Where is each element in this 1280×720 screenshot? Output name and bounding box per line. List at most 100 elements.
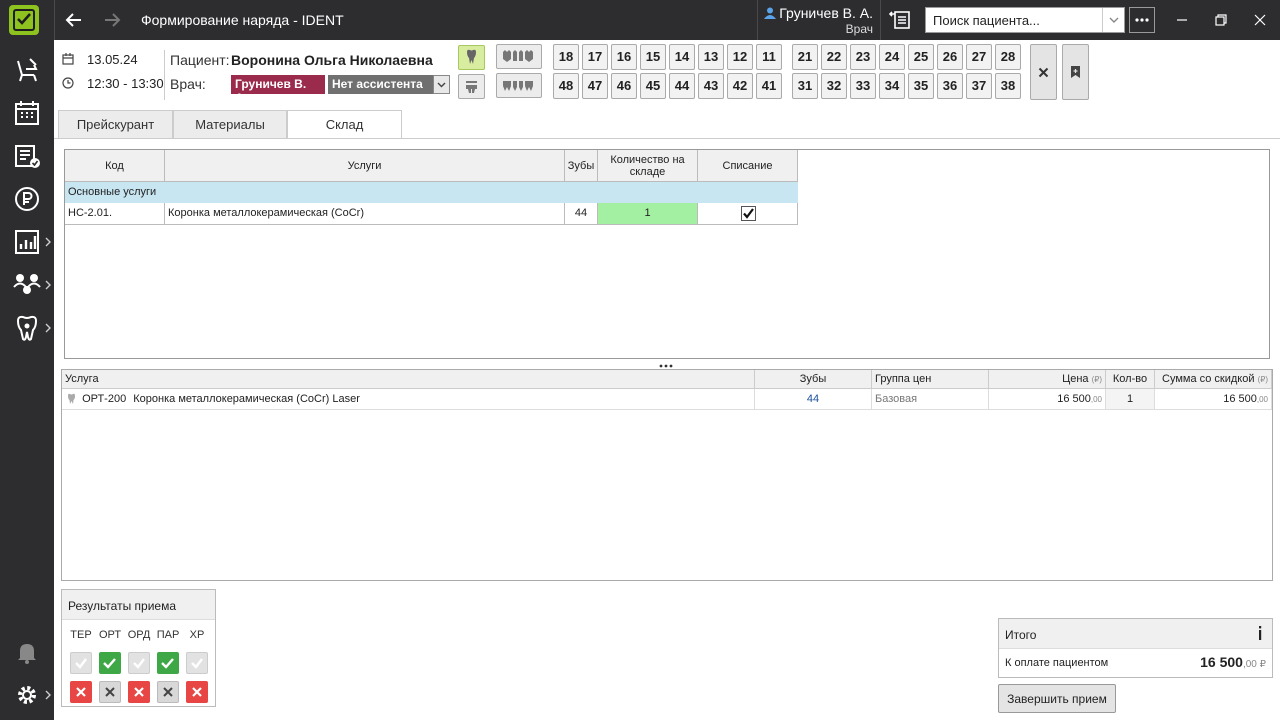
upper-jaw-toggle[interactable] [458,45,485,70]
approve-ter-button[interactable] [70,652,92,674]
column-header[interactable]: Кол-во [1106,370,1155,389]
queue-return-icon[interactable] [888,9,912,31]
tooth-button[interactable]: 28 [995,44,1021,70]
teeth-cell[interactable]: 44 [755,389,872,410]
tab-price-list[interactable]: Прейскурант [58,110,173,139]
tooth-button[interactable]: 35 [908,73,934,99]
chevron-down-icon[interactable] [433,75,450,94]
approve-ort-button[interactable] [99,652,121,674]
writeoff-checkbox[interactable] [741,206,756,221]
result-label: ОРТ [98,629,122,641]
qty-cell[interactable]: 1 [1106,389,1155,410]
approve-ord-button[interactable] [128,652,150,674]
reject-hr-button[interactable] [186,681,208,703]
info-icon[interactable] [1257,626,1263,640]
tooth-button[interactable]: 44 [669,73,695,99]
column-header[interactable]: Услуга [62,370,755,389]
bell-icon[interactable] [12,637,42,667]
chevron-down-icon[interactable] [1102,8,1124,32]
tooth-button[interactable]: 14 [669,44,695,70]
tooth-button[interactable]: 38 [995,73,1021,99]
tooth-button[interactable]: 32 [821,73,847,99]
gear-icon[interactable] [12,680,42,710]
column-header[interactable]: Группа цен [872,370,989,389]
approve-hr-button[interactable] [186,652,208,674]
current-user[interactable]: Груничев В. А. Врач [760,3,875,37]
tooth-button[interactable]: 15 [640,44,666,70]
tooth-button[interactable]: 16 [611,44,637,70]
tooth-button[interactable]: 48 [553,73,579,99]
tab-materials[interactable]: Материалы [173,110,287,139]
service-name: Коронка металлокерамическая (CoCr) Laser [133,393,360,405]
tooth-button[interactable]: 45 [640,73,666,99]
more-menu-button[interactable] [1129,7,1155,33]
patient-search[interactable] [925,7,1125,33]
back-arrow-icon[interactable] [63,9,85,31]
clear-teeth-button[interactable] [1030,44,1057,100]
finish-visit-button[interactable]: Завершить прием [998,684,1116,713]
search-input[interactable] [926,8,1102,32]
tooth-button[interactable]: 33 [850,73,876,99]
tooth-button[interactable]: 23 [850,44,876,70]
tab-warehouse[interactable]: Склад [287,110,402,139]
tooth-button[interactable]: 12 [727,44,753,70]
doctor-chip[interactable]: Груничев В. А. [231,75,325,105]
tooth-button[interactable]: 41 [756,73,782,99]
reject-ort-button[interactable] [99,681,121,703]
lower-arch-button[interactable] [496,73,542,98]
reject-par-button[interactable] [157,681,179,703]
forward-arrow-icon[interactable] [101,9,123,31]
reject-ord-button[interactable] [128,681,150,703]
tooth-settings-icon[interactable] [12,313,42,343]
schedule-icon[interactable] [12,98,42,128]
column-header[interactable]: Списание [698,150,798,182]
reports-icon[interactable] [12,227,42,257]
column-header[interactable]: Количество на складе [598,150,698,182]
tooth-button[interactable]: 22 [821,44,847,70]
tooth-button[interactable]: 24 [879,44,905,70]
app-logo[interactable] [9,5,39,35]
orders-icon[interactable] [12,141,42,171]
total-panel: Итого К оплате пациентом 16 500,00 ₽ [998,618,1273,678]
group-row[interactable]: Основные услуги [65,182,798,203]
total-amount: 16 500,00 ₽ [1200,654,1266,670]
bookmark-icon[interactable] [1062,44,1089,100]
tooth-button[interactable]: 43 [698,73,724,99]
tooth-button[interactable]: 18 [553,44,579,70]
tooth-button[interactable]: 11 [756,44,782,70]
reject-ter-button[interactable] [70,681,92,703]
column-header[interactable]: Зубы [755,370,872,389]
tooth-button[interactable]: 27 [966,44,992,70]
close-window-icon[interactable] [1250,10,1270,30]
staff-icon[interactable] [12,270,42,300]
tooth-button[interactable]: 34 [879,73,905,99]
tooth-button[interactable]: 26 [937,44,963,70]
minimize-icon[interactable] [1172,10,1192,30]
payments-icon[interactable] [12,184,42,214]
column-header[interactable]: Код [65,150,165,182]
tooth-button[interactable]: 13 [698,44,724,70]
splitter-handle[interactable] [658,364,674,368]
column-header[interactable]: Услуги [165,150,565,182]
column-header[interactable]: Сумма со скидкой (₽) [1155,370,1272,389]
tooth-button[interactable]: 37 [966,73,992,99]
column-header[interactable]: Зубы [565,150,598,182]
dental-chair-icon[interactable] [12,55,42,85]
restore-icon[interactable] [1211,10,1231,30]
tooth-button[interactable]: 42 [727,73,753,99]
tooth-button[interactable]: 25 [908,44,934,70]
sum-cell: 16 500,00 [1155,389,1272,410]
tooth-button[interactable]: 21 [792,44,818,70]
column-header[interactable]: Цена (₽) [989,370,1106,389]
price-group-cell[interactable]: Базовая [872,389,989,410]
patient-name[interactable]: Воронина Ольга Николаевна [231,52,433,68]
upper-arch-button[interactable] [496,44,542,69]
approve-par-button[interactable] [157,652,179,674]
tooth-button[interactable]: 36 [937,73,963,99]
tooth-button[interactable]: 17 [582,44,608,70]
tooth-button[interactable]: 31 [792,73,818,99]
tooth-button[interactable]: 47 [582,73,608,99]
tooth-button[interactable]: 46 [611,73,637,99]
assistant-select[interactable]: Нет ассистента [328,75,450,94]
lower-jaw-toggle[interactable] [458,74,485,99]
